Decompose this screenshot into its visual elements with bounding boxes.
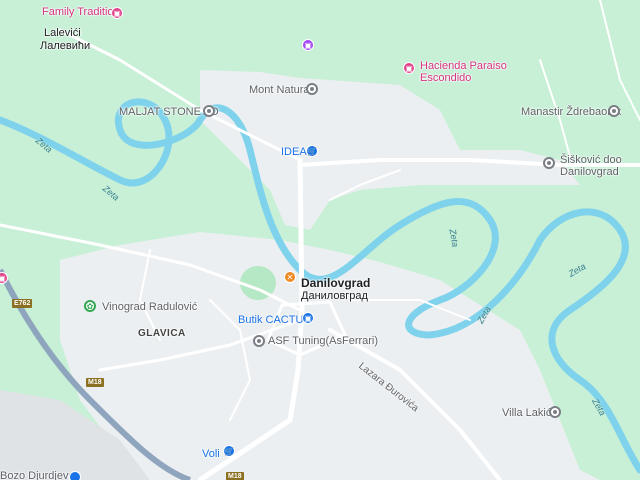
poi-label-manastir[interactable]: Manastir Ždrebaonik — [521, 106, 621, 119]
poi-label-villa[interactable]: Villa Lakić — [502, 407, 551, 420]
road-shield-m18-b: M18 — [226, 472, 244, 480]
shopping-icon[interactable]: ▣ — [111, 7, 123, 19]
cart-icon[interactable]: 🛒 — [223, 445, 235, 457]
hotel-icon[interactable] — [549, 406, 561, 418]
location-pin-icon[interactable] — [203, 105, 215, 117]
poi-label-mont-natural[interactable]: Mont Natural — [249, 84, 312, 97]
poi-label-butik[interactable]: Butik CACTUS — [238, 314, 311, 327]
shopping-bag-icon[interactable]: ▣ — [302, 312, 314, 324]
winery-icon[interactable]: ✿ — [84, 300, 96, 312]
road-shield-e762: E762 — [12, 299, 33, 308]
poi-label-voli[interactable]: Voli — [202, 448, 220, 461]
map-canvas[interactable]: Zeta Zeta Zeta Zeta Zeta Zeta Lazara Đur… — [0, 0, 640, 480]
cart-icon[interactable]: 🛒 — [306, 145, 318, 157]
place-label-glavica[interactable]: GLAVICA — [138, 327, 186, 340]
road-ne — [599, 0, 640, 121]
road-shield-m18-a: M18 — [86, 378, 104, 387]
place-label-lalevici-cyrillic: Лалевићи — [40, 40, 91, 52]
shopping-icon[interactable]: ▣ — [403, 62, 415, 74]
poi-label-family-tradition[interactable]: Family Tradition — [42, 6, 120, 19]
poi-label-siskovic-2: Danilovgrad — [560, 166, 619, 178]
poi-label-vinograd[interactable]: Vinograd Radulović — [102, 301, 197, 314]
poi-label-hacienda-2: Escondido — [420, 72, 472, 84]
place-label-lalevici[interactable]: Lalevići — [44, 27, 81, 40]
poi-label-bozo[interactable]: Bozo Djurdjevac — [0, 470, 80, 480]
poi-label-asf[interactable]: ASF Tuning(AsFerrari) — [268, 335, 378, 348]
location-pin-icon[interactable] — [253, 335, 265, 347]
poi-label-idea[interactable]: IDEA — [281, 146, 307, 159]
shopping-icon[interactable]: ▣ — [302, 39, 314, 51]
restaurant-icon[interactable]: ✕ — [284, 271, 296, 283]
location-pin-icon[interactable] — [543, 157, 555, 169]
place-label-danilovgrad[interactable]: Danilovgrad — [301, 277, 370, 290]
location-pin-icon[interactable] — [306, 83, 318, 95]
church-icon[interactable] — [608, 105, 620, 117]
shopping-icon[interactable] — [69, 471, 81, 480]
place-label-danilovgrad-cyrillic: Даниловград — [301, 290, 368, 302]
